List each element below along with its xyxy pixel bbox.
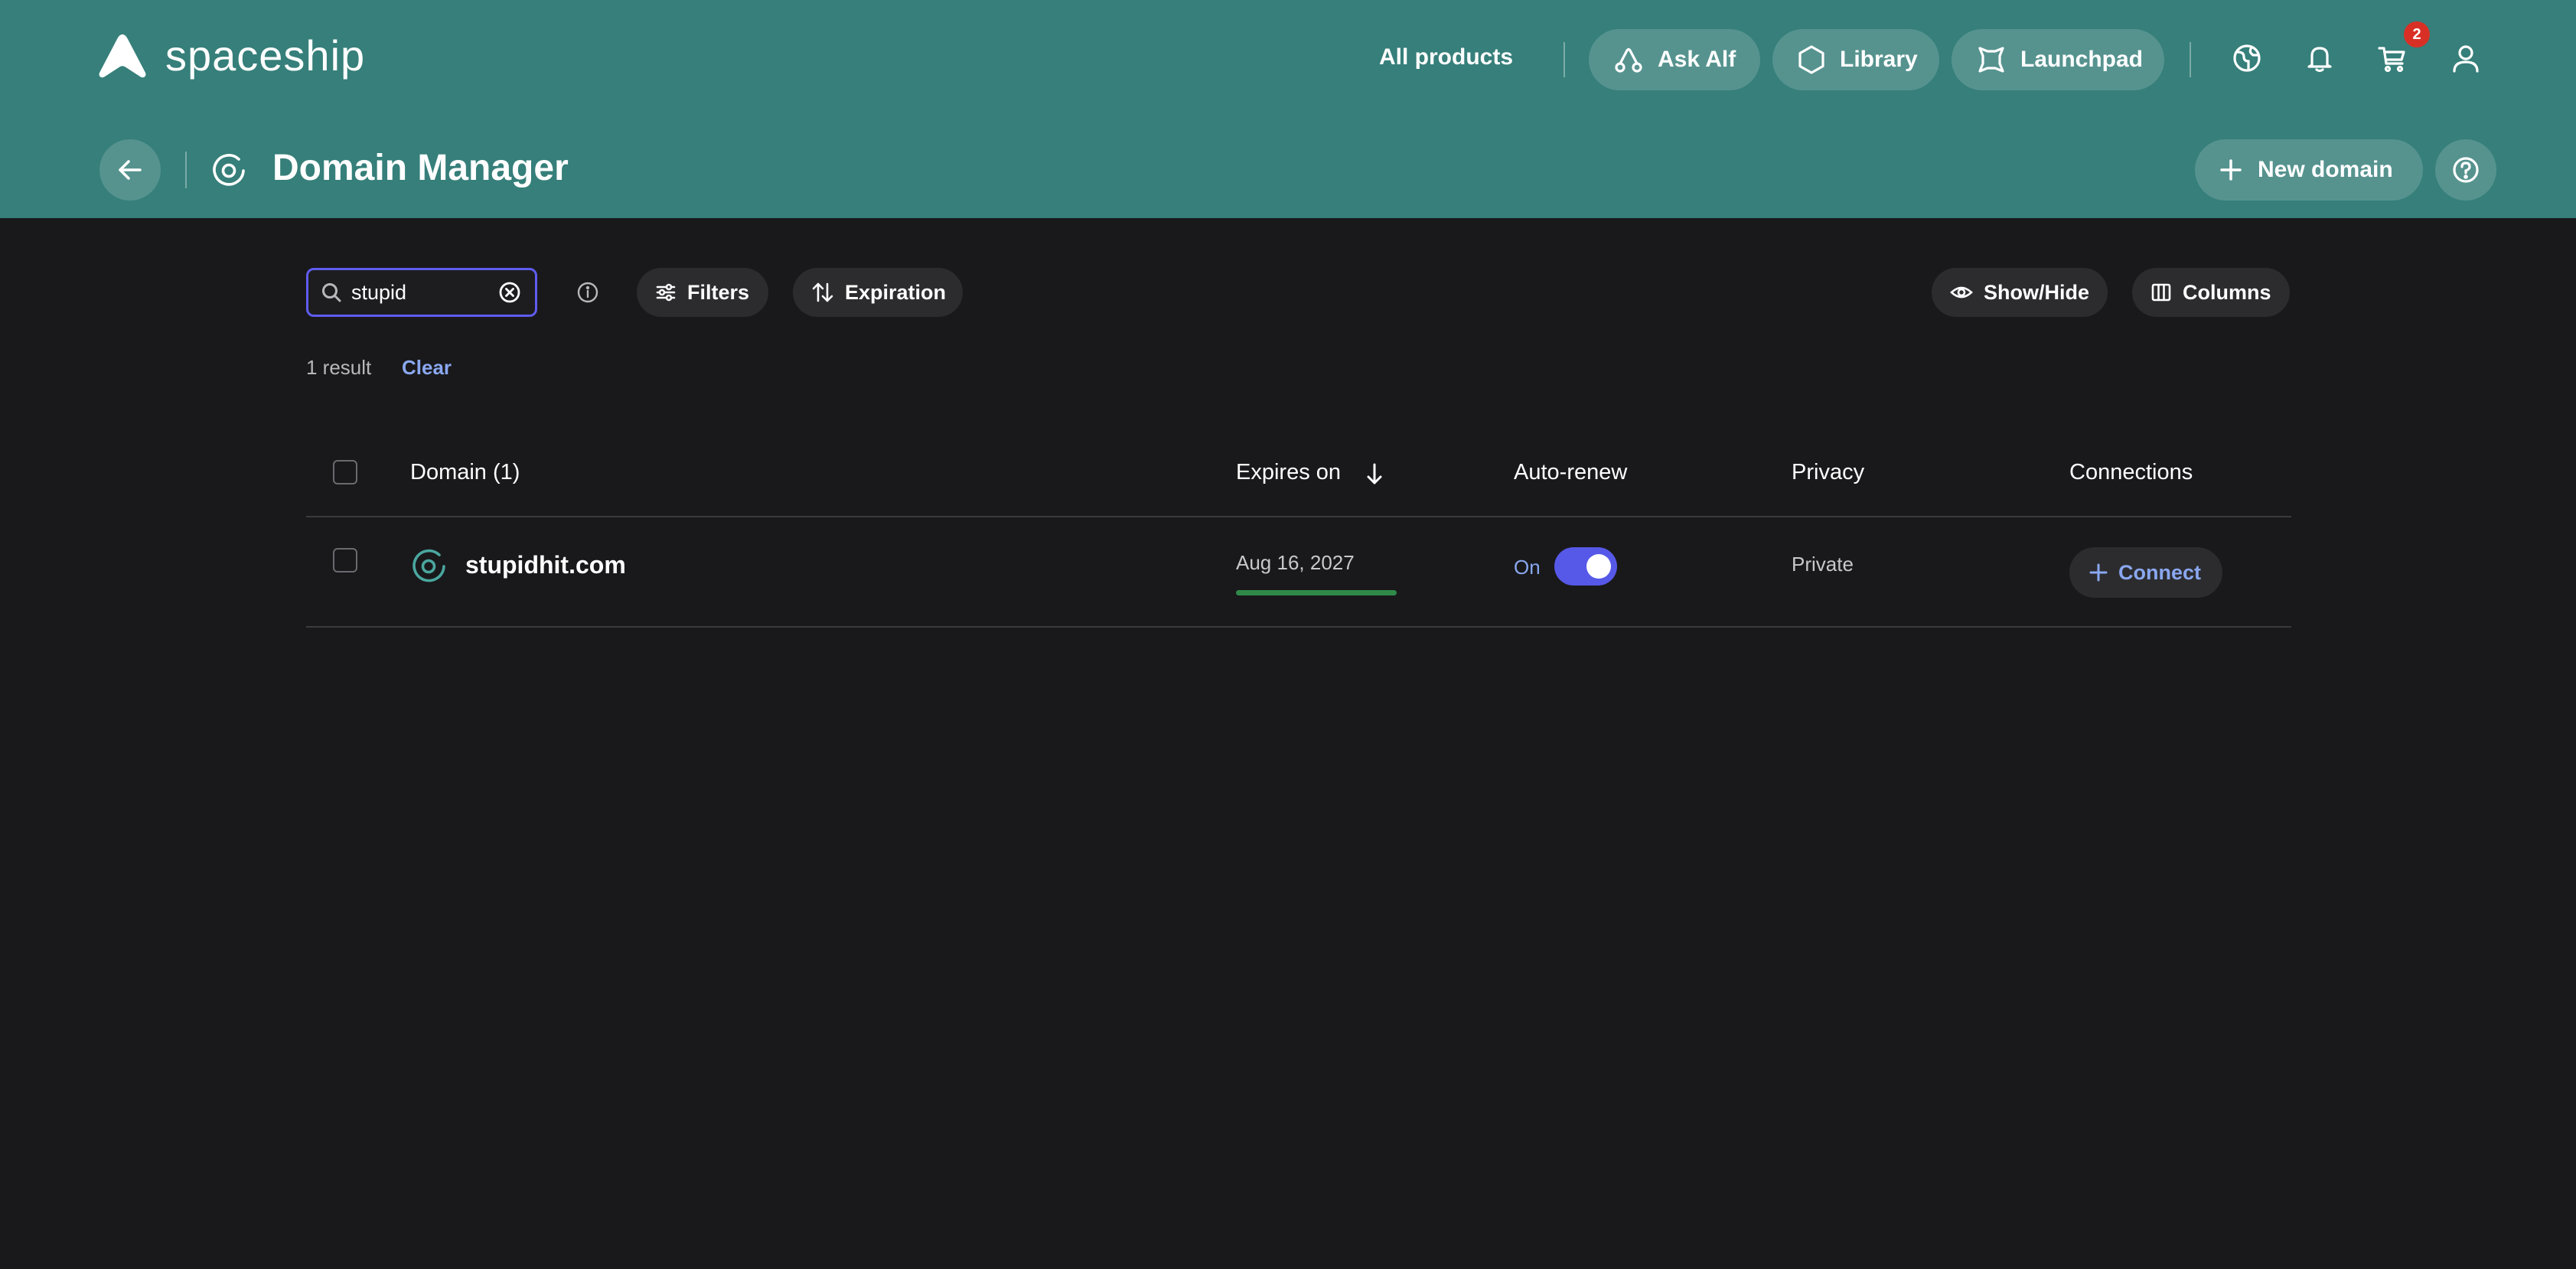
show-hide-button[interactable]: Show/Hide [1932, 268, 2108, 317]
connect-label: Connect [2118, 560, 2201, 584]
library-label: Library [1840, 47, 1918, 72]
sliders-icon [656, 283, 676, 302]
eye-icon [1950, 286, 1973, 298]
app-header: spaceship All products Ask Alf Library L… [0, 0, 2576, 218]
notifications-button[interactable] [2304, 43, 2335, 73]
title-divider [185, 152, 187, 188]
account-button[interactable] [2450, 43, 2481, 73]
launchpad-icon [1978, 47, 2004, 73]
privacy-status: Private [1792, 553, 1854, 576]
header-divider [1564, 42, 1565, 77]
all-products-link[interactable]: All products [1379, 44, 1513, 70]
columns-icon [2151, 283, 2171, 302]
domain-search-box[interactable] [306, 268, 537, 317]
domain-name-link[interactable]: stupidhit.com [465, 551, 626, 579]
bell-icon [2307, 47, 2332, 73]
spaceship-logo-icon [99, 34, 146, 77]
clear-filters-link[interactable]: Clear [402, 356, 452, 380]
info-icon[interactable] [576, 281, 599, 304]
table-header-divider [306, 516, 2291, 517]
search-input[interactable] [351, 280, 489, 305]
cart-icon [2378, 47, 2405, 73]
column-header-auto-renew[interactable]: Auto-renew [1514, 460, 1627, 485]
new-domain-label: New domain [2258, 157, 2393, 182]
globe-icon [2233, 44, 2261, 72]
clear-search-icon[interactable] [498, 281, 521, 304]
toggle-knob [1586, 554, 1611, 579]
new-domain-button[interactable]: New domain [2195, 139, 2423, 201]
page-title: Domain Manager [272, 148, 569, 188]
expiry-progress-bar [1236, 590, 1397, 595]
show-hide-label: Show/Hide [1984, 280, 2090, 304]
theme-toggle-button[interactable] [2232, 43, 2262, 73]
expiry-date: Aug 16, 2027 [1236, 551, 1355, 574]
auto-renew-toggle[interactable] [1554, 547, 1617, 586]
hexagon-icon [1798, 45, 1824, 74]
help-icon [2453, 157, 2479, 183]
spaceship-logo[interactable]: spaceship [98, 31, 365, 80]
search-icon [322, 283, 341, 302]
column-header-connections[interactable]: Connections [2069, 460, 2193, 485]
columns-label: Columns [2183, 280, 2271, 304]
header-divider-2 [2190, 42, 2191, 77]
result-count: 1 result [306, 356, 372, 379]
column-header-privacy[interactable]: Privacy [1792, 460, 1864, 485]
column-header-expires[interactable]: Expires on [1236, 460, 1341, 485]
arrow-down-icon[interactable] [1364, 462, 1385, 486]
filters-button[interactable]: Filters [637, 268, 768, 317]
cart-button[interactable] [2377, 43, 2408, 73]
auto-renew-status: On [1514, 556, 1541, 579]
cart-count-badge: 2 [2404, 21, 2430, 47]
brand-name: spaceship [165, 31, 366, 80]
columns-button[interactable]: Columns [2132, 268, 2290, 317]
arrow-left-icon [119, 160, 142, 180]
launchpad-button[interactable]: Launchpad [1952, 29, 2164, 90]
plus-icon [2220, 159, 2242, 181]
domain-manager-icon [213, 154, 245, 186]
help-button[interactable] [2435, 139, 2496, 201]
library-button[interactable]: Library [1772, 29, 1939, 90]
ask-alf-label: Ask Alf [1658, 47, 1736, 72]
domain-icon [412, 549, 445, 582]
connect-button[interactable]: Connect [2069, 547, 2222, 598]
launchpad-label: Launchpad [2020, 47, 2144, 72]
sort-icon [812, 282, 833, 302]
alf-icon [1615, 47, 1642, 73]
user-icon [2453, 45, 2479, 73]
filters-label: Filters [687, 280, 750, 304]
sort-label: Expiration [845, 280, 947, 304]
table-row-divider [306, 626, 2291, 628]
back-button[interactable] [99, 139, 161, 201]
plus-icon [2089, 563, 2108, 582]
row-checkbox[interactable] [333, 548, 357, 573]
ask-alf-button[interactable]: Ask Alf [1589, 29, 1760, 90]
sort-button[interactable]: Expiration [793, 268, 963, 317]
select-all-checkbox[interactable] [333, 460, 357, 484]
column-header-domain[interactable]: Domain (1) [410, 460, 520, 485]
